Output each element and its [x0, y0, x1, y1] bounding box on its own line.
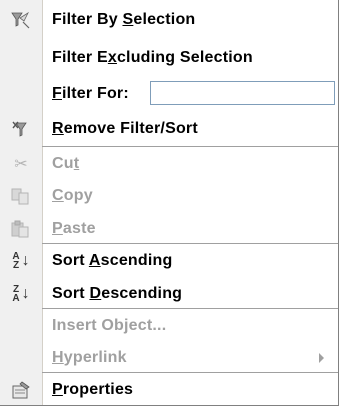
menu-item-sort-ascending[interactable]: AZ ↓ Sort Ascending	[0, 244, 338, 277]
menu-item-label: Filter By Selection	[52, 10, 196, 28]
copy-icon	[8, 185, 34, 207]
sort-ascending-icon: AZ ↓	[12, 250, 30, 271]
filter-for-input[interactable]	[150, 81, 335, 105]
menu-item-paste[interactable]: Paste	[0, 212, 338, 245]
menu-item-properties[interactable]: Properties	[0, 373, 338, 406]
menu-item-label: Insert Object...	[52, 316, 167, 334]
menu-item-hyperlink[interactable]: Hyperlink	[0, 341, 338, 374]
menu-item-copy[interactable]: Copy	[0, 179, 338, 212]
properties-icon	[8, 379, 34, 401]
menu-item-label: Hyperlink	[52, 348, 127, 366]
scissors-icon: ✂	[14, 155, 28, 173]
remove-filter-icon	[8, 118, 34, 140]
menu-item-label: Sort Descending	[52, 284, 183, 302]
menu-item-label: Properties	[52, 380, 134, 398]
menu-item-filter-for: Filter For:	[0, 77, 338, 110]
menu-item-label: Cut	[52, 154, 80, 172]
menu-item-remove-filter-sort[interactable]: Remove Filter/Sort	[0, 112, 338, 145]
menu-item-filter-excluding-selection[interactable]: Filter Excluding Selection	[0, 41, 338, 74]
menu-item-insert-object[interactable]: Insert Object...	[0, 309, 338, 342]
menu-item-label: Remove Filter/Sort	[52, 119, 198, 137]
menu-item-label: Filter Excluding Selection	[52, 48, 253, 66]
menu-item-filter-by-selection[interactable]: Filter By Selection	[0, 3, 338, 36]
context-menu: Filter By Selection Filter Excluding Sel…	[0, 0, 339, 406]
menu-item-label: Paste	[52, 219, 96, 237]
submenu-arrow-icon	[319, 352, 324, 363]
menu-item-label: Copy	[52, 186, 93, 204]
menu-item-label: Filter For:	[52, 84, 129, 102]
filter-by-selection-icon	[8, 9, 34, 31]
paste-icon	[8, 218, 34, 240]
menu-item-cut[interactable]: ✂ Cut	[0, 147, 338, 180]
menu-item-sort-descending[interactable]: ZA ↓ Sort Descending	[0, 277, 338, 310]
menu-item-label: Sort Ascending	[52, 251, 173, 269]
sort-descending-icon: ZA ↓	[12, 283, 30, 304]
